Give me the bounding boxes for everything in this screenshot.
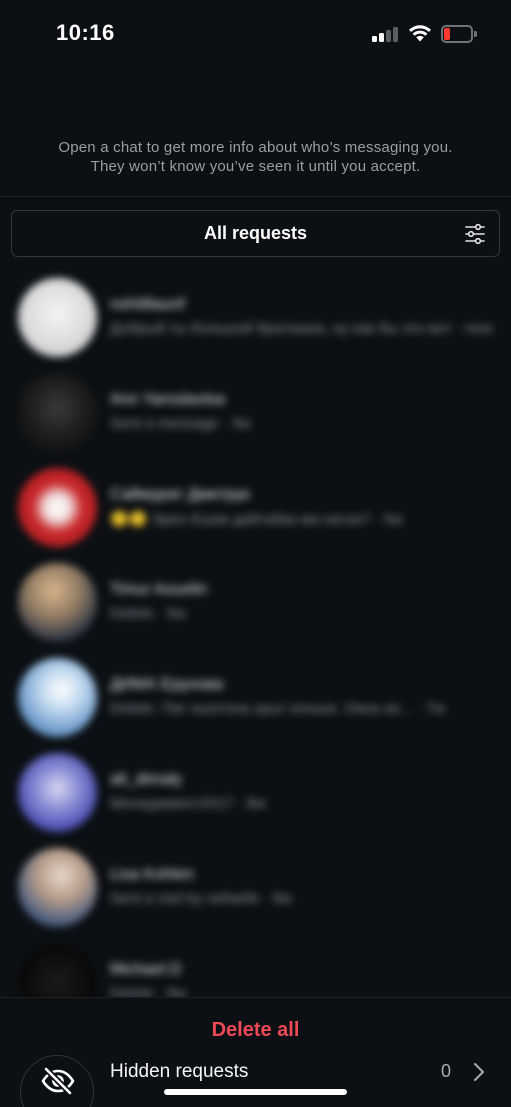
- sliders-icon[interactable]: [463, 222, 487, 246]
- request-name: Lisa Kohlen: [110, 866, 194, 883]
- request-preview: Delete · 9w: [110, 985, 186, 997]
- request-preview: Добрый ты большой братишка, ну как бы эт…: [110, 320, 493, 337]
- request-name: Ann Yaroslavtsa: [110, 391, 226, 408]
- hidden-requests-icon-circle: [20, 1055, 94, 1107]
- wifi-icon: [409, 25, 431, 42]
- requests-info-text: Open a chat to get more info about who’s…: [20, 138, 491, 176]
- status-time: 10:16: [56, 20, 115, 45]
- info-line-2: They won’t know you’ve seen it until you…: [90, 158, 421, 175]
- avatar: [18, 658, 97, 737]
- request-preview: Sent a reel by oefwefe · 9w: [110, 890, 292, 907]
- request-preview: Delete · 5w: [110, 605, 186, 622]
- request-name: Саймурат Дмитрук: [110, 486, 250, 503]
- delete-all-button[interactable]: Delete all: [0, 1019, 511, 1042]
- request-name: alt_dimaly: [110, 771, 183, 788]
- filter-label: All requests: [203, 223, 308, 243]
- request-preview: Sent a message · 3w: [110, 415, 251, 432]
- request-row[interactable]: Ann Yaroslavtsa Sent a message · 3w: [0, 365, 511, 460]
- request-row[interactable]: Michael.D Delete · 9w: [0, 935, 511, 997]
- request-name: ДИМА Ерунова: [110, 676, 224, 693]
- eye-off-icon: [41, 1066, 75, 1096]
- info-line-1: Open a chat to get more info about who’s…: [58, 139, 453, 156]
- request-preview: Менеджмент2017 · 8w: [110, 795, 266, 812]
- divider: [0, 997, 511, 998]
- avatar: [18, 468, 97, 547]
- request-name: nsh98aunf: [110, 296, 185, 313]
- avatar: [18, 753, 97, 832]
- request-preview: 🙂🙂 Эрен Ешик дайтабак ма несек? · 5w: [110, 511, 404, 528]
- request-name: Timur Aouelin: [110, 581, 208, 598]
- avatar: [18, 943, 97, 997]
- request-row[interactable]: Саймурат Дмитрук 🙂🙂 Эрен Ешик дайтабак м…: [0, 460, 511, 555]
- hidden-requests-row[interactable]: Hidden requests 0: [0, 1045, 511, 1107]
- battery-icon: [441, 25, 477, 43]
- message-requests-screen: 10:16 Open a chat to get more info about…: [0, 0, 511, 1107]
- requests-filter-dropdown[interactable]: All requests: [11, 210, 500, 257]
- avatar: [18, 278, 97, 357]
- request-row[interactable]: Timur Aouelin Delete · 5w: [0, 555, 511, 650]
- divider: [0, 196, 511, 197]
- request-preview: Delete. Пиг ньютона хрыг конька. Окна не…: [110, 700, 446, 717]
- avatar: [18, 848, 97, 927]
- request-row[interactable]: Lisa Kohlen Sent a reel by oefwefe · 9w: [0, 840, 511, 935]
- hidden-requests-label: Hidden requests: [110, 1061, 249, 1082]
- request-row[interactable]: alt_dimaly Менеджмент2017 · 8w: [0, 745, 511, 840]
- hidden-requests-count: 0: [441, 1061, 452, 1081]
- request-row[interactable]: ДИМА Ерунова Delete. Пиг ньютона хрыг ко…: [0, 650, 511, 745]
- cellular-signal-icon: [372, 26, 400, 42]
- chevron-right-icon: [474, 1063, 484, 1081]
- avatar: [18, 563, 97, 642]
- status-bar: 10:16: [0, 0, 511, 70]
- requests-list: nsh98aunf Добрый ты большой братишка, ну…: [0, 270, 511, 997]
- home-indicator[interactable]: [164, 1089, 347, 1095]
- request-name: Michael.D: [110, 961, 182, 978]
- request-row[interactable]: nsh98aunf Добрый ты большой братишка, ну…: [0, 270, 511, 365]
- avatar: [18, 373, 97, 452]
